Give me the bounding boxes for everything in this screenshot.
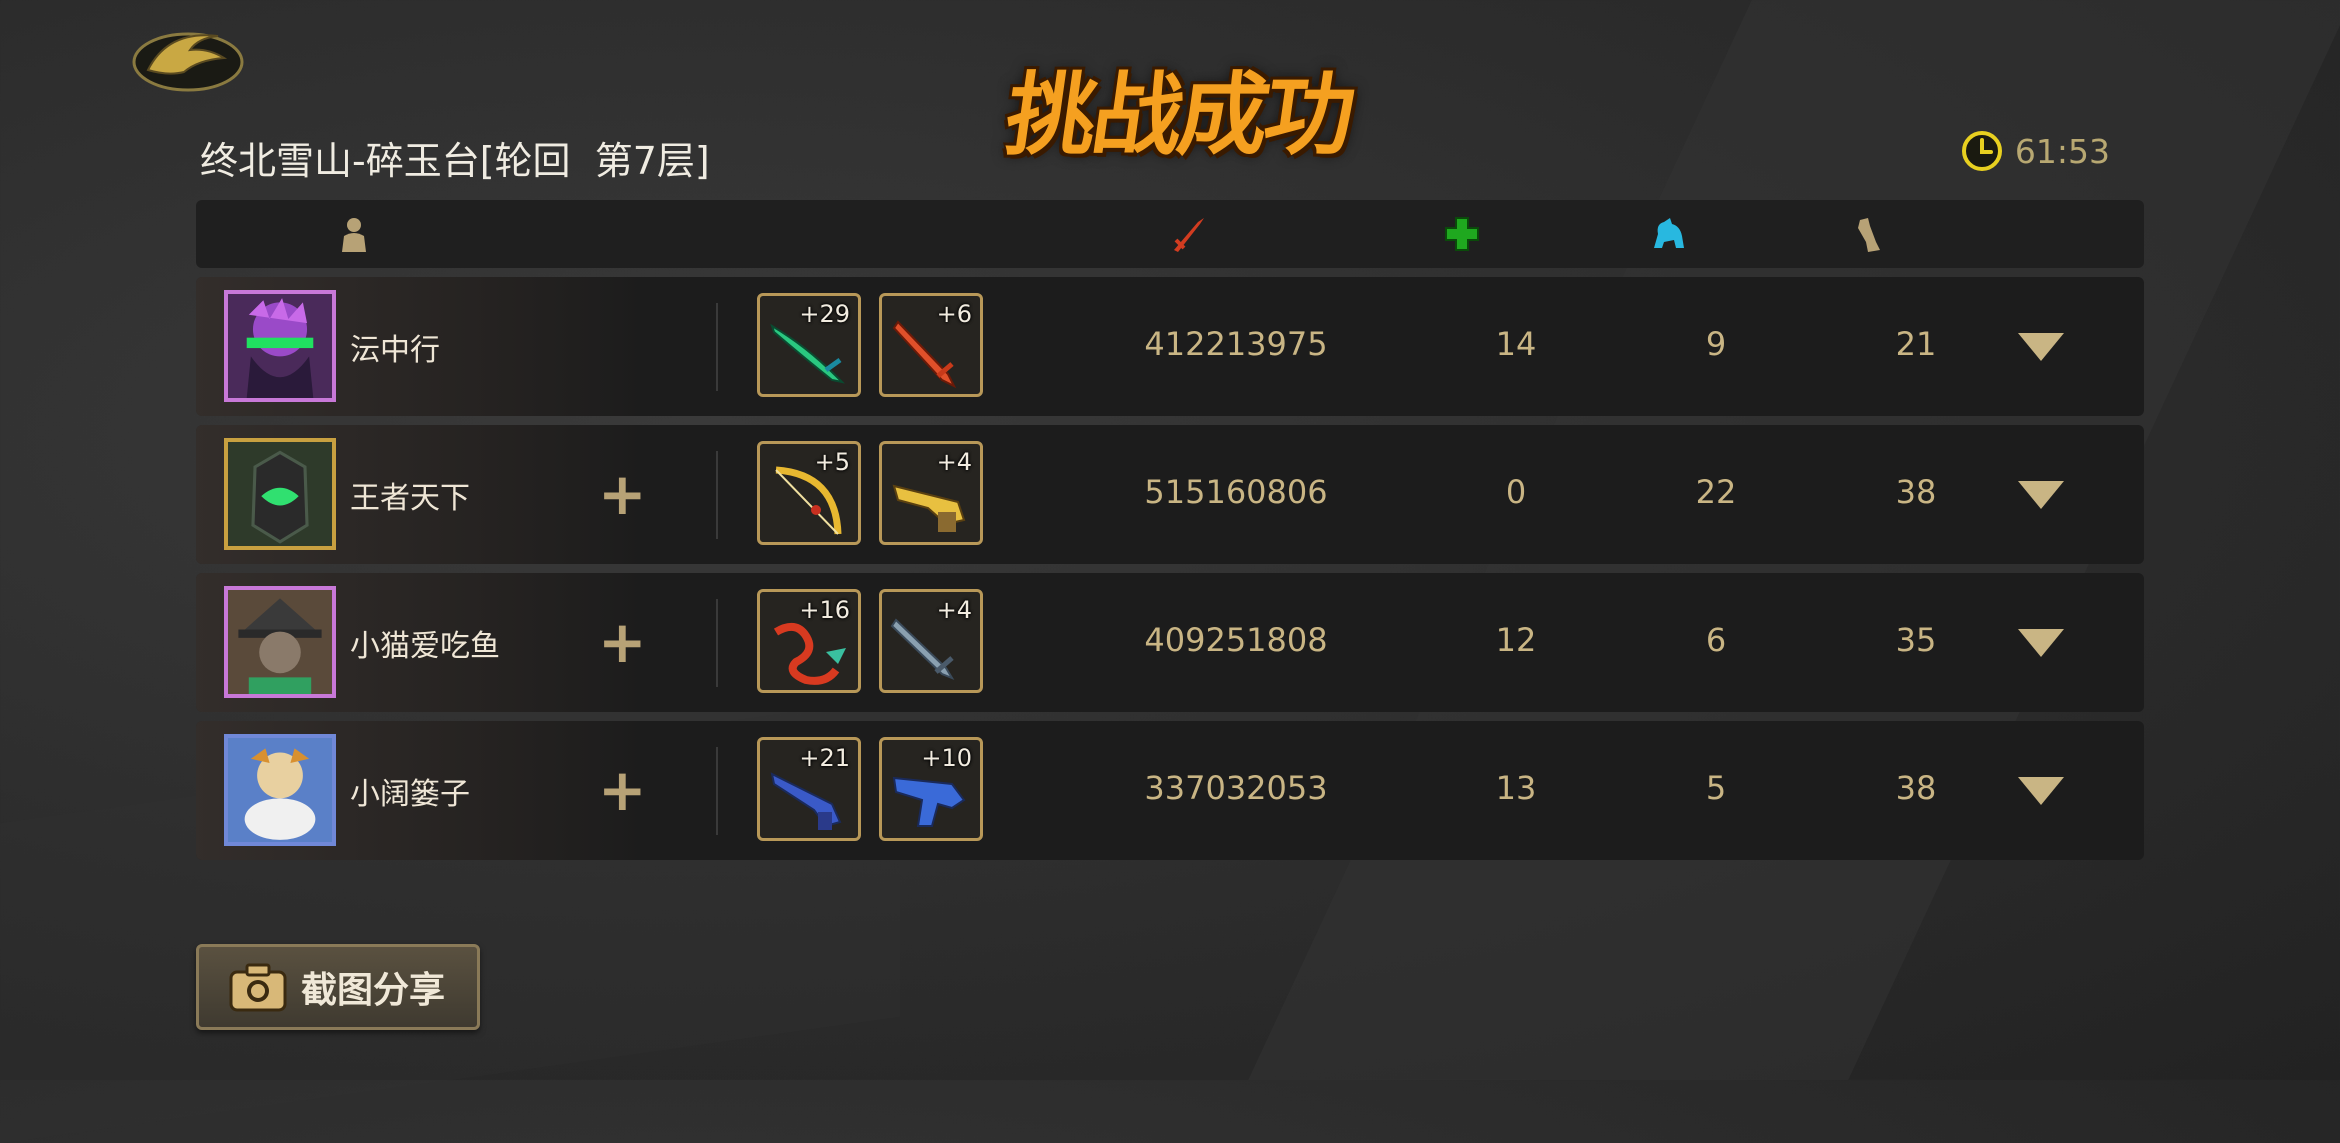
weapon-level: +4 <box>936 596 972 624</box>
timer: 61:53 <box>1961 130 2110 172</box>
divider <box>716 599 718 687</box>
weapon-slot[interactable]: +4 <box>879 441 983 545</box>
add-friend-button[interactable]: + <box>598 613 647 671</box>
weapon-level: +16 <box>799 596 850 624</box>
divider <box>716 451 718 539</box>
heal-icon <box>1445 217 1479 251</box>
weapon-slot[interactable]: +5 <box>757 441 861 545</box>
revive-value: 38 <box>1895 473 1937 511</box>
table-row: 王者天下 + +5 +4 515160806 0 22 38 <box>196 425 2144 564</box>
heal-value: 13 <box>1495 769 1537 807</box>
revive-value: 21 <box>1895 325 1937 363</box>
player-name: 沄中行 <box>350 333 440 368</box>
weapon-slot[interactable]: +29 <box>757 293 861 397</box>
damage-value: 337032053 <box>1144 769 1328 807</box>
player-icon <box>342 218 366 252</box>
expand-arrow-icon[interactable] <box>2018 627 2064 659</box>
revive-value: 35 <box>1895 621 1937 659</box>
hero-portrait-icon <box>228 738 332 842</box>
weapon-slot[interactable]: +4 <box>879 589 983 693</box>
weapon-slot[interactable]: +21 <box>757 737 861 841</box>
challenge-success-title: 挑战成功 <box>999 63 1359 168</box>
back-button[interactable] <box>128 22 248 94</box>
expand-arrow-icon[interactable] <box>2018 775 2064 807</box>
weapon-level: +10 <box>921 744 972 772</box>
table-header <box>196 200 2144 268</box>
weapon-slot[interactable]: +10 <box>879 737 983 841</box>
screenshot-share-button[interactable]: 截图分享 <box>196 944 480 1030</box>
weapon-level: +21 <box>799 744 850 772</box>
divider <box>716 747 718 835</box>
clock-icon <box>1961 131 2002 171</box>
hero-portrait-icon <box>228 294 332 398</box>
avatar[interactable] <box>224 586 336 698</box>
weapon-level: +5 <box>814 448 850 476</box>
kill-value: 6 <box>1705 621 1727 659</box>
heal-value: 0 <box>1505 473 1527 511</box>
revive-value: 38 <box>1895 769 1937 807</box>
kill-value: 22 <box>1695 473 1737 511</box>
avatar[interactable] <box>224 438 336 550</box>
camera-icon <box>229 963 287 1012</box>
damage-value: 409251808 <box>1144 621 1328 659</box>
kill-value: 9 <box>1705 325 1727 363</box>
player-name: 小阔篓子 <box>350 777 470 812</box>
add-friend-button[interactable]: + <box>598 761 647 819</box>
weapon-slot[interactable]: +6 <box>879 293 983 397</box>
damage-icon <box>1174 218 1204 252</box>
player-name: 王者天下 <box>350 481 470 516</box>
table-row: 沄中行 +29 +6 412213975 14 9 21 <box>196 277 2144 416</box>
hero-portrait-icon <box>228 590 332 694</box>
revive-icon <box>1858 218 1880 252</box>
timer-value: 61:53 <box>2014 131 2110 171</box>
stage-title: 终北雪山-碎玉台[轮回 第7层] <box>200 139 710 183</box>
hero-portrait-icon <box>228 442 332 546</box>
table-row: 小阔篓子 + +21 +10 337032053 13 5 38 <box>196 721 2144 860</box>
share-button-label: 截图分享 <box>301 970 446 1011</box>
heal-value: 14 <box>1495 325 1537 363</box>
weapon-level: +6 <box>936 300 972 328</box>
avatar[interactable] <box>224 290 336 402</box>
weapon-slot[interactable]: +16 <box>757 589 861 693</box>
damage-value: 412213975 <box>1144 325 1328 363</box>
weapon-level: +4 <box>936 448 972 476</box>
add-friend-button[interactable]: + <box>598 465 647 523</box>
player-name: 小猫爱吃鱼 <box>350 629 500 664</box>
heal-value: 12 <box>1495 621 1537 659</box>
avatar[interactable] <box>224 734 336 846</box>
expand-arrow-icon[interactable] <box>2018 331 2064 363</box>
kill-value: 5 <box>1705 769 1727 807</box>
expand-arrow-icon[interactable] <box>2018 479 2064 511</box>
damage-value: 515160806 <box>1144 473 1328 511</box>
divider <box>716 303 718 391</box>
back-arrow-icon <box>132 32 244 92</box>
player-list: 沄中行 +29 +6 412213975 14 9 21 王者天下 + +5 +… <box>196 277 2144 869</box>
table-row: 小猫爱吃鱼 + +16 +4 409251808 12 6 35 <box>196 573 2144 712</box>
kill-icon <box>1654 218 1684 248</box>
weapon-level: +29 <box>799 300 850 328</box>
